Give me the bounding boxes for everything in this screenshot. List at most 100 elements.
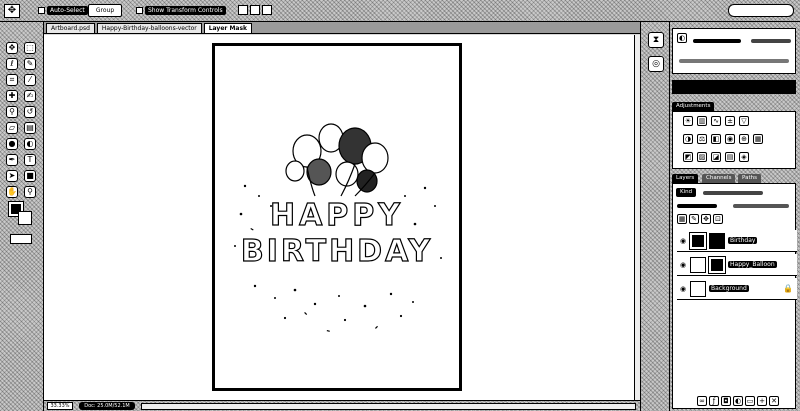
exposure-icon[interactable]: ± xyxy=(725,116,735,126)
layer-row[interactable]: ◉ Happy_Balloon xyxy=(677,254,797,276)
birthday-text: BIRTHDAY xyxy=(240,233,434,269)
align-right-button[interactable] xyxy=(262,5,272,15)
history-brush-tool-icon[interactable]: ↺ xyxy=(24,106,36,118)
lasso-tool-icon[interactable]: ℓ xyxy=(6,58,18,70)
eyedropper-tool-icon[interactable]: ⁄ xyxy=(24,74,36,86)
brightness-icon[interactable]: ☀ xyxy=(683,116,693,126)
auto-select-checkbox[interactable]: Auto-Select xyxy=(38,6,88,15)
layer-filter-kind[interactable]: Kind xyxy=(676,188,697,197)
hue-sat-icon[interactable]: ◑ xyxy=(683,134,693,144)
new-layer-icon[interactable]: + xyxy=(757,396,767,406)
layer-style-icon[interactable]: ƒ xyxy=(709,396,719,406)
layers-panel: Kind ▦ ✎ ✥ ⊡ ◉ Birthday ◉ Happy_Balloon … xyxy=(672,183,797,409)
color-slider[interactable] xyxy=(693,39,741,43)
threshold-icon[interactable]: ◪ xyxy=(711,152,721,162)
lock-all-icon[interactable]: ⊡ xyxy=(713,214,723,224)
opacity-field[interactable] xyxy=(733,204,789,208)
color-balance-icon[interactable]: ⚖ xyxy=(697,134,707,144)
tab-artboard[interactable]: Artboard.psd xyxy=(46,23,95,33)
tab-layer-mask[interactable]: Layer Mask xyxy=(203,23,253,33)
zoom-level[interactable]: 33.33% xyxy=(47,402,73,410)
horizontal-scrollbar[interactable] xyxy=(141,402,636,410)
canvas-area[interactable]: HAPPY BIRTHDAY xyxy=(44,35,640,400)
posterize-icon[interactable]: ▨ xyxy=(697,152,707,162)
vibrance-icon[interactable]: ▽ xyxy=(739,116,749,126)
tab-channels[interactable]: Channels xyxy=(702,174,736,183)
type-tool-icon[interactable]: T xyxy=(24,154,36,166)
clone-stamp-tool-icon[interactable]: ⚲ xyxy=(6,106,18,118)
path-select-tool-icon[interactable]: ➤ xyxy=(6,170,18,182)
layer-row[interactable]: ◉ Background 🔒 xyxy=(677,278,797,300)
eraser-tool-icon[interactable]: ▱ xyxy=(6,122,18,134)
gradient-tool-icon[interactable]: ▤ xyxy=(24,122,36,134)
properties-panel-icon[interactable]: ◎ xyxy=(648,56,664,72)
spot-heal-tool-icon[interactable]: ✚ xyxy=(6,90,18,102)
swatches-strip[interactable] xyxy=(672,80,796,94)
dodge-tool-icon[interactable]: ◐ xyxy=(24,138,36,150)
align-center-button[interactable] xyxy=(250,5,260,15)
zoom-tool-icon[interactable]: ⚲ xyxy=(24,186,36,198)
layer-row[interactable]: ◉ Birthday xyxy=(677,230,797,252)
hue-slider[interactable] xyxy=(679,59,789,63)
quick-select-tool-icon[interactable]: ✎ xyxy=(24,58,36,70)
tab-happy-birthday[interactable]: Happy-Birthday-balloons-vector xyxy=(96,23,202,33)
layer-thumbnail xyxy=(689,231,707,250)
hand-tool-icon[interactable]: ✋ xyxy=(6,186,18,198)
align-left-button[interactable] xyxy=(238,5,248,15)
saturation-slider[interactable] xyxy=(751,39,791,43)
happy-text: HAPPY xyxy=(269,197,405,233)
brush-tool-icon[interactable]: ✍ xyxy=(24,90,36,102)
adjustment-layer-icon[interactable]: ◐ xyxy=(733,396,743,406)
align-buttons xyxy=(238,5,272,15)
new-group-icon[interactable]: ▭ xyxy=(745,396,755,406)
layer-name[interactable]: Birthday xyxy=(728,237,758,244)
visibility-eye-icon[interactable]: ◉ xyxy=(679,285,687,293)
layer-mask-thumbnail[interactable] xyxy=(709,232,725,249)
blend-mode-dropdown[interactable] xyxy=(677,204,717,208)
levels-icon[interactable]: ▥ xyxy=(697,116,707,126)
history-panel-icon[interactable]: ⧗ xyxy=(648,32,664,48)
shape-tool-icon[interactable]: ■ xyxy=(24,170,36,182)
layer-mask-thumbnail[interactable] xyxy=(708,255,726,274)
curves-icon[interactable]: ∿ xyxy=(711,116,721,126)
move-tool-preset-icon[interactable]: ✥ xyxy=(4,4,20,18)
lock-pixels-icon[interactable]: ▦ xyxy=(677,214,687,224)
layer-name[interactable]: Happy_Balloon xyxy=(728,261,777,268)
tab-layers[interactable]: Layers xyxy=(672,174,699,183)
search-input[interactable] xyxy=(728,4,794,17)
layer-thumbnail xyxy=(690,280,706,297)
background-color-swatch[interactable] xyxy=(18,211,32,225)
move-tool-icon[interactable]: ✥ xyxy=(6,42,18,54)
auto-select-target-dropdown[interactable]: Group xyxy=(88,4,122,17)
channel-mixer-icon[interactable]: ⊕ xyxy=(739,134,749,144)
pen-tool-icon[interactable]: ✒ xyxy=(6,154,18,166)
color-picker-icon[interactable]: ◐ xyxy=(677,33,687,43)
tab-paths[interactable]: Paths xyxy=(738,174,761,183)
blur-tool-icon[interactable]: ● xyxy=(6,138,18,150)
add-mask-icon[interactable]: ◘ xyxy=(721,396,731,406)
quick-mask-button[interactable] xyxy=(10,234,32,244)
panel-icon-strip: ⧗ ◎ xyxy=(640,22,670,411)
visibility-eye-icon[interactable]: ◉ xyxy=(679,261,687,269)
selective-color-icon[interactable]: ◈ xyxy=(739,152,749,162)
visibility-eye-icon[interactable]: ◉ xyxy=(679,237,687,245)
invert-icon[interactable]: ◩ xyxy=(683,152,693,162)
delete-layer-icon[interactable]: ✕ xyxy=(769,396,779,406)
artboard[interactable]: HAPPY BIRTHDAY xyxy=(212,43,462,391)
color-lookup-icon[interactable]: ▦ xyxy=(753,134,763,144)
black-white-icon[interactable]: ◧ xyxy=(711,134,721,144)
layer-filter-bar[interactable] xyxy=(703,191,763,195)
adjustments-panel-title[interactable]: Adjustments xyxy=(672,102,715,111)
lock-paint-icon[interactable]: ✎ xyxy=(689,214,699,224)
gradient-map-icon[interactable]: ▤ xyxy=(725,152,735,162)
layer-name[interactable]: Background xyxy=(709,285,749,292)
lock-move-icon[interactable]: ✥ xyxy=(701,214,711,224)
right-panels: ◐ Adjustments ☀ ▥ ∿ ± ▽ ◑ ⚖ ◧ ◉ ⊕ ▦ ◩ ▨ … xyxy=(670,22,800,411)
link-layers-icon[interactable]: ∞ xyxy=(697,396,707,406)
photo-filter-icon[interactable]: ◉ xyxy=(725,134,735,144)
crop-tool-icon[interactable]: ⌗ xyxy=(6,74,18,86)
document-tab-bar: Artboard.psd Happy-Birthday-balloons-vec… xyxy=(44,22,640,34)
marquee-tool-icon[interactable]: ⬚ xyxy=(24,42,36,54)
document-info[interactable]: Doc: 25.0M/52.1M xyxy=(79,402,135,410)
show-transform-checkbox[interactable]: Show Transform Controls xyxy=(136,6,226,15)
